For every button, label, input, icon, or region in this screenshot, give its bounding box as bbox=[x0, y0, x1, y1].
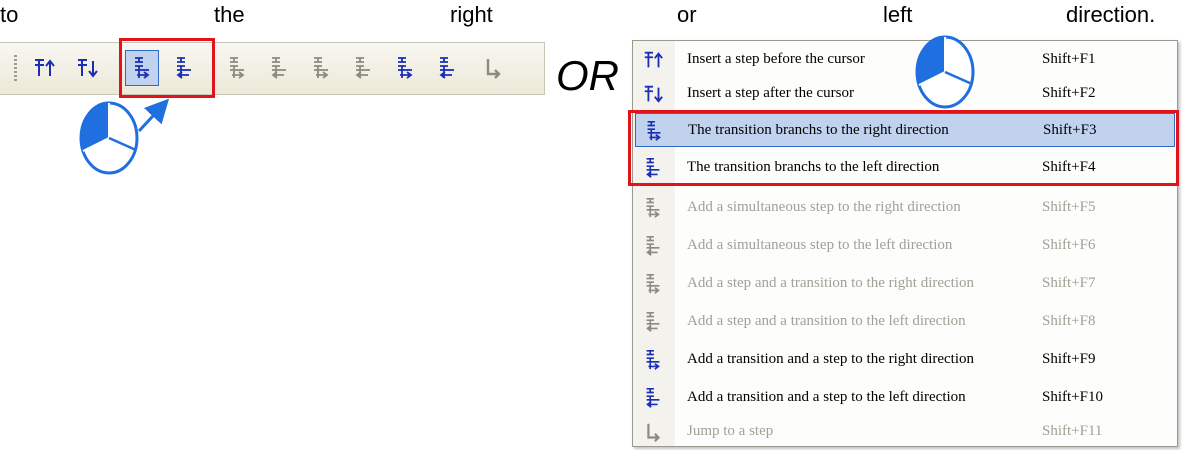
sentence-word: or bbox=[677, 2, 697, 27]
menu-item-shortcut: Shift+F1 bbox=[1042, 51, 1096, 67]
menu-item-shortcut: Shift+F2 bbox=[1042, 85, 1096, 101]
menu-item-shortcut: Shift+F6 bbox=[1042, 237, 1096, 253]
sfc-toolbar bbox=[0, 42, 545, 95]
toolbar-grip[interactable] bbox=[14, 55, 17, 83]
menu-item-shortcut: Shift+F7 bbox=[1042, 275, 1096, 291]
sentence-word: direction. bbox=[1066, 2, 1156, 27]
menu-item[interactable]: Add a simultaneous step to the left dire… bbox=[635, 229, 1175, 263]
menu-highlight-box bbox=[628, 110, 1179, 186]
menu-item-shortcut: Shift+F5 bbox=[1042, 199, 1096, 215]
step-transition-right-button[interactable] bbox=[304, 50, 338, 86]
menu-item[interactable]: Insert a step before the cursor Shift+F1 bbox=[635, 43, 1175, 77]
sentence-word: the bbox=[214, 2, 245, 27]
menu-item-label: Add a transition and a step to the right… bbox=[687, 351, 975, 367]
step-transition-left-icon bbox=[642, 311, 664, 338]
sentence-word: to bbox=[0, 2, 19, 27]
menu-item-shortcut: Shift+F10 bbox=[1042, 389, 1103, 405]
menu-item[interactable]: Add a transition and a step to the right… bbox=[635, 343, 1175, 377]
menu-item-shortcut: Shift+F9 bbox=[1042, 351, 1096, 367]
sentence-word: left bbox=[883, 2, 913, 27]
toolbar-highlight-box bbox=[119, 38, 215, 98]
step-transition-left-button[interactable] bbox=[346, 50, 380, 86]
menu-item[interactable]: Jump to a step Shift+F11 bbox=[635, 415, 1175, 449]
jump-to-step-icon bbox=[642, 421, 664, 448]
menu-item[interactable]: Add a transition and a step to the left … bbox=[635, 381, 1175, 415]
menu-item-label: Insert a step after the cursor bbox=[687, 85, 855, 101]
pie-marker-toolbar bbox=[79, 101, 139, 175]
menu-item[interactable]: Add a step and a transition to the left … bbox=[635, 305, 1175, 339]
transition-step-left-button[interactable] bbox=[430, 50, 464, 86]
menu-item[interactable]: Add a step and a transition to the right… bbox=[635, 267, 1175, 301]
simultaneous-step-left-icon bbox=[642, 235, 664, 262]
insert-step-after-icon bbox=[642, 83, 664, 110]
simultaneous-step-right-button[interactable] bbox=[220, 50, 254, 86]
pie-marker-menu bbox=[915, 35, 975, 109]
or-label: OR bbox=[556, 52, 619, 99]
menu-item[interactable]: Insert a step after the cursor Shift+F2 bbox=[635, 77, 1175, 111]
menu-item[interactable]: Add a simultaneous step to the right dir… bbox=[635, 191, 1175, 225]
menu-item-label: Add a simultaneous step to the right dir… bbox=[687, 199, 961, 215]
menu-item-label: Add a simultaneous step to the left dire… bbox=[687, 237, 953, 253]
menu-item-label: Add a step and a transition to the left … bbox=[687, 313, 966, 329]
insert-step-before-button[interactable] bbox=[27, 50, 61, 86]
transition-step-right-button[interactable] bbox=[388, 50, 422, 86]
menu-item-label: Insert a step before the cursor bbox=[687, 51, 865, 67]
simultaneous-step-right-icon bbox=[642, 197, 664, 224]
jump-to-step-button[interactable] bbox=[476, 50, 510, 86]
menu-item-label: Jump to a step bbox=[687, 423, 774, 439]
transition-step-left-icon bbox=[642, 387, 664, 414]
sfc-context-menu: Insert a step before the cursor Shift+F1 I… bbox=[632, 40, 1178, 447]
instruction-sentence: to the right or left direction. bbox=[0, 2, 1163, 30]
menu-item-label: Add a step and a transition to the right… bbox=[687, 275, 975, 291]
step-transition-right-icon bbox=[642, 273, 664, 300]
insert-step-before-icon bbox=[642, 49, 664, 76]
insert-step-after-button[interactable] bbox=[70, 50, 104, 86]
menu-item-label: Add a transition and a step to the left … bbox=[687, 389, 966, 405]
transition-step-right-icon bbox=[642, 349, 664, 376]
sentence-word: right bbox=[450, 2, 493, 27]
simultaneous-step-left-button[interactable] bbox=[262, 50, 296, 86]
menu-item-shortcut: Shift+F11 bbox=[1042, 423, 1103, 439]
menu-item-shortcut: Shift+F8 bbox=[1042, 313, 1096, 329]
